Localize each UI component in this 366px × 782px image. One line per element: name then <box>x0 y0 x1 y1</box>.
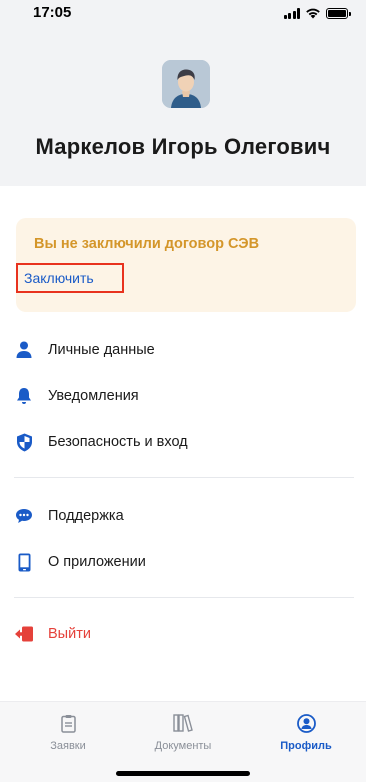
user-avatar-icon <box>162 60 210 108</box>
profile-header: 17:05 Маркелов Игорь Олегович <box>0 0 366 186</box>
avatar[interactable] <box>162 60 210 108</box>
tab-label-documents: Документы <box>154 740 212 752</box>
bottom-tab-bar: Заявки Документы Профиль <box>0 701 366 782</box>
menu-label-personal-data: Личные данные <box>48 342 155 358</box>
status-bar: 17:05 <box>0 0 366 28</box>
menu-label-notifications: Уведомления <box>48 388 139 404</box>
books-icon <box>173 712 193 734</box>
profile-icon <box>296 712 316 734</box>
menu-item-logout[interactable]: Выйти <box>0 614 366 654</box>
tab-requests[interactable]: Заявки <box>23 712 113 760</box>
person-icon <box>14 340 34 360</box>
bell-icon <box>14 386 34 406</box>
menu-label-about: О приложении <box>48 554 146 570</box>
menu-item-personal-data[interactable]: Личные данные <box>0 330 366 370</box>
menu-item-notifications[interactable]: Уведомления <box>0 376 366 416</box>
status-icons <box>283 6 351 20</box>
tab-label-profile: Профиль <box>280 740 332 752</box>
profile-content: Вы не заключили договор СЭВ Заключить Ли… <box>0 186 366 782</box>
shield-icon <box>14 432 34 452</box>
home-indicator[interactable] <box>116 771 250 776</box>
menu-label-security: Безопасность и вход <box>48 434 188 450</box>
battery-icon <box>326 7 351 19</box>
logout-icon <box>14 624 34 644</box>
menu-item-security[interactable]: Безопасность и вход <box>0 422 366 462</box>
conclude-contract-link[interactable]: Заключить <box>16 263 124 293</box>
menu-divider <box>14 597 354 598</box>
tab-documents[interactable]: Документы <box>138 712 228 760</box>
user-full-name: Маркелов Игорь Олегович <box>35 134 331 159</box>
menu-item-about[interactable]: О приложении <box>0 542 366 582</box>
menu-divider <box>14 477 354 478</box>
status-time: 17:05 <box>33 4 72 21</box>
tab-label-requests: Заявки <box>50 740 86 752</box>
banner-title: Вы не заключили договор СЭВ <box>34 236 260 252</box>
tab-profile[interactable]: Профиль <box>261 712 351 760</box>
menu-item-support[interactable]: Поддержка <box>0 496 366 536</box>
cellular-signal-icon <box>283 7 300 19</box>
wifi-icon <box>306 8 320 19</box>
phone-icon <box>14 552 34 572</box>
clipboard-icon <box>58 712 78 734</box>
menu-label-logout: Выйти <box>48 626 91 642</box>
menu-label-support: Поддержка <box>48 508 124 524</box>
chat-bubble-icon <box>14 506 34 526</box>
